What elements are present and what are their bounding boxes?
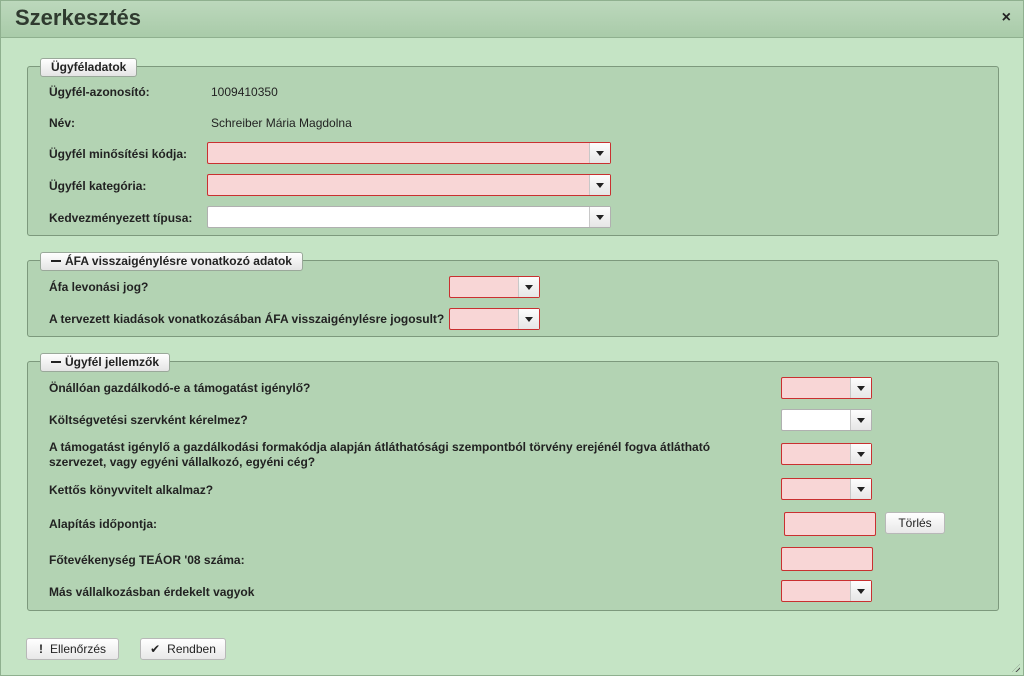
other-enterprise-label: Más vállalkozásban érdekelt vagyok	[49, 585, 255, 599]
other-enterprise-select[interactable]	[781, 580, 872, 602]
minus-icon[interactable]	[51, 360, 61, 363]
founding-date-label: Alapítás időpontja:	[49, 517, 157, 531]
customer-id-value: 1009410350	[211, 85, 278, 99]
customer-data-legend: Ügyféladatok	[40, 58, 138, 77]
vat-deduction-label: Áfa levonási jog?	[49, 280, 149, 294]
edit-dialog: Szerkesztés × Ügyféladatok Ügyfél-azonos…	[0, 0, 1024, 676]
resize-grip-icon[interactable]	[1012, 664, 1020, 672]
vat-legend[interactable]: ÁFA visszaigénylésre vonatkozó adatok	[40, 252, 303, 271]
chevron-down-icon[interactable]	[589, 175, 610, 195]
independent-label: Önállóan gazdálkodó-e a támogatást igény…	[49, 381, 311, 395]
beneficiary-type-label: Kedvezményezett típusa:	[49, 211, 193, 225]
double-entry-select[interactable]	[781, 478, 872, 500]
qualification-code-select[interactable]	[207, 142, 611, 164]
chevron-down-icon[interactable]	[589, 207, 610, 227]
checkmark-icon: ✔	[150, 642, 161, 656]
dialog-titlebar[interactable]: Szerkesztés ×	[1, 1, 1023, 38]
customer-name-value: Schreiber Mária Magdolna	[211, 116, 352, 130]
close-icon[interactable]: ×	[1002, 9, 1011, 27]
transparency-select[interactable]	[781, 443, 872, 465]
clear-date-button[interactable]: Törlés	[885, 512, 945, 534]
teaor-input[interactable]	[781, 547, 873, 571]
independent-select[interactable]	[781, 377, 872, 399]
customer-name-label: Név:	[49, 116, 76, 130]
vat-deduction-select[interactable]	[449, 276, 540, 298]
check-button[interactable]: ! Ellenőrzés	[26, 638, 119, 660]
chevron-down-icon[interactable]	[850, 479, 871, 499]
customer-data-panel: Ügyféladatok Ügyfél-azonosító: 100941035…	[27, 58, 999, 236]
customer-id-label: Ügyfél-azonosító:	[49, 85, 150, 99]
chevron-down-icon[interactable]	[850, 378, 871, 398]
transparency-label: A támogatást igénylő a gazdálkodási form…	[49, 440, 711, 469]
chevron-down-icon[interactable]	[850, 581, 871, 601]
beneficiary-type-select[interactable]	[207, 206, 611, 228]
budget-org-select[interactable]	[781, 409, 872, 431]
ok-button-label: Rendben	[167, 642, 216, 656]
legend-text: Ügyféladatok	[51, 60, 127, 74]
vat-entitled-select[interactable]	[449, 308, 540, 330]
vat-entitled-label: A tervezett kiadások vonatkozásában ÁFA …	[49, 312, 445, 326]
legend-text: Ügyfél jellemzők	[65, 355, 160, 369]
customer-category-select[interactable]	[207, 174, 611, 196]
customer-traits-legend[interactable]: Ügyfél jellemzők	[40, 353, 171, 372]
dialog-title: Szerkesztés	[15, 5, 141, 30]
legend-text: ÁFA visszaigénylésre vonatkozó adatok	[65, 254, 292, 268]
customer-category-label: Ügyfél kategória:	[49, 179, 147, 193]
ok-button[interactable]: ✔ Rendben	[140, 638, 226, 660]
founding-date-input[interactable]	[784, 512, 876, 536]
chevron-down-icon[interactable]	[518, 277, 539, 297]
teaor-label: Főtevékenység TEÁOR '08 száma:	[49, 553, 245, 567]
vat-panel: ÁFA visszaigénylésre vonatkozó adatok Áf…	[27, 252, 999, 337]
chevron-down-icon[interactable]	[850, 444, 871, 464]
budget-org-label: Költségvetési szervként kérelmez?	[49, 413, 248, 427]
minus-icon[interactable]	[51, 259, 61, 262]
double-entry-label: Kettős könyvvitelt alkalmaz?	[49, 483, 214, 497]
chevron-down-icon[interactable]	[589, 143, 610, 163]
chevron-down-icon[interactable]	[518, 309, 539, 329]
chevron-down-icon[interactable]	[850, 410, 871, 430]
customer-traits-panel: Ügyfél jellemzők Önállóan gazdálkodó-e a…	[27, 353, 999, 611]
qualification-code-label: Ügyfél minősítési kódja:	[49, 147, 188, 161]
check-button-label: Ellenőrzés	[49, 642, 107, 656]
exclamation-icon: !	[38, 642, 43, 656]
